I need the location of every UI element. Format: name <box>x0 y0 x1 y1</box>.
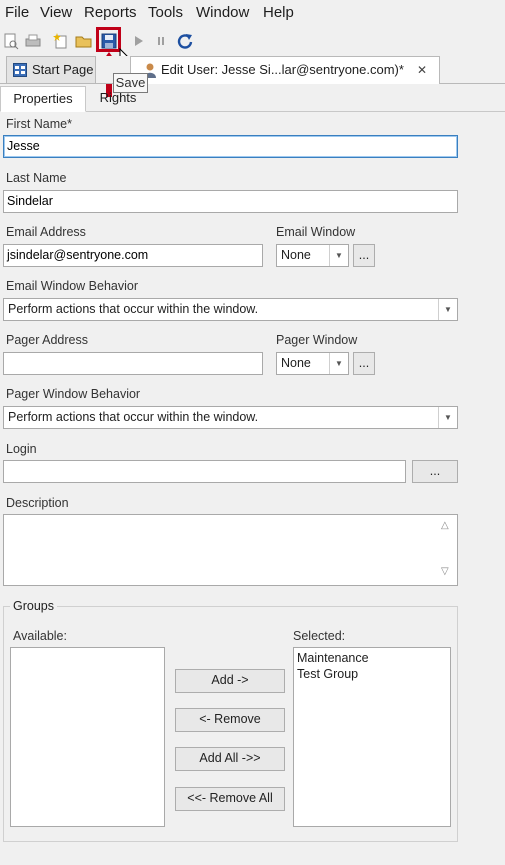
pager-behavior-value: Perform actions that occur within the wi… <box>8 410 259 424</box>
first-name-label: First Name* <box>6 117 72 131</box>
email-behavior-label: Email Window Behavior <box>6 279 138 293</box>
email-address-label: Email Address <box>6 225 86 239</box>
menu-tools[interactable]: Tools <box>148 4 183 21</box>
chevron-down-icon: ▼ <box>329 245 348 266</box>
pager-address-label: Pager Address <box>6 333 88 347</box>
tab-start-page[interactable]: Start Page <box>6 56 96 83</box>
tab-start-label: Start Page <box>32 62 94 77</box>
description-label: Description <box>6 496 69 510</box>
pager-window-label: Pager Window <box>276 333 358 347</box>
tab-edit-user[interactable]: Edit User: Jesse Si...lar@sentryone.com)… <box>130 56 440 84</box>
tab-close-icon[interactable]: ✕ <box>417 57 427 83</box>
pager-window-value: None <box>281 356 311 370</box>
email-window-select[interactable]: None ▼ <box>276 244 349 267</box>
property-subtabs: Properties Rights <box>0 84 505 112</box>
tab-edit-label: Edit User: Jesse Si...lar@sentryone.com)… <box>161 62 404 77</box>
new-report-icon[interactable] <box>2 32 20 50</box>
remove-button[interactable]: <- Remove <box>175 708 285 732</box>
new-icon[interactable] <box>52 32 70 50</box>
first-name-field[interactable]: Jesse <box>3 135 458 158</box>
last-name-label: Last Name <box>6 171 67 185</box>
description-field[interactable] <box>3 514 458 586</box>
scroll-down-icon[interactable]: ▽ <box>441 566 449 577</box>
login-field[interactable] <box>3 460 406 483</box>
login-label: Login <box>6 442 37 456</box>
menu-bar: File View Reports Tools Window Help <box>0 0 505 28</box>
pause-icon[interactable] <box>152 32 170 50</box>
menu-file[interactable]: File <box>5 4 29 21</box>
available-label: Available: <box>13 629 67 643</box>
email-window-value: None <box>281 248 311 262</box>
list-item[interactable]: Maintenance <box>297 650 447 666</box>
save-tooltip: Save <box>113 73 148 93</box>
chevron-down-icon: ▼ <box>438 407 457 428</box>
scroll-up-icon[interactable]: △ <box>441 520 449 531</box>
refresh-icon[interactable] <box>176 32 194 50</box>
email-window-label: Email Window <box>276 225 356 239</box>
pager-address-field[interactable] <box>3 352 263 375</box>
open-folder-icon[interactable] <box>75 32 93 50</box>
pager-window-ellipsis-button[interactable]: ... <box>353 352 375 375</box>
pager-window-select[interactable]: None ▼ <box>276 352 349 375</box>
groups-title: Groups <box>10 599 57 613</box>
print-icon[interactable] <box>24 32 42 50</box>
selected-list[interactable]: Maintenance Test Group <box>293 647 451 827</box>
add-all-button[interactable]: Add All ->> <box>175 747 285 771</box>
toolbar <box>0 28 505 54</box>
grid-icon <box>13 63 27 77</box>
add-button[interactable]: Add -> <box>175 669 285 693</box>
email-address-field[interactable]: jsindelar@sentryone.com <box>3 244 263 267</box>
menu-window[interactable]: Window <box>196 4 249 21</box>
email-window-ellipsis-button[interactable]: ... <box>353 244 375 267</box>
list-item[interactable]: Test Group <box>297 666 447 682</box>
tab-properties[interactable]: Properties <box>0 86 86 112</box>
last-name-field[interactable]: Sindelar <box>3 190 458 213</box>
save-highlight-box <box>96 27 121 52</box>
document-tabstrip: Start Page Edit User: Jesse Si...lar@sen… <box>0 56 505 84</box>
pager-behavior-label: Pager Window Behavior <box>6 387 141 401</box>
email-behavior-value: Perform actions that occur within the wi… <box>8 302 259 316</box>
pager-behavior-select[interactable]: Perform actions that occur within the wi… <box>3 406 458 429</box>
available-list[interactable] <box>10 647 165 827</box>
menu-view[interactable]: View <box>40 4 72 21</box>
menu-help[interactable]: Help <box>263 4 294 21</box>
chevron-down-icon: ▼ <box>438 299 457 320</box>
remove-all-button[interactable]: <<- Remove All <box>175 787 285 811</box>
login-ellipsis-button[interactable]: ... <box>412 460 458 483</box>
selected-label: Selected: <box>293 629 346 643</box>
menu-reports[interactable]: Reports <box>84 4 137 21</box>
chevron-down-icon: ▼ <box>329 353 348 374</box>
email-behavior-select[interactable]: Perform actions that occur within the wi… <box>3 298 458 321</box>
